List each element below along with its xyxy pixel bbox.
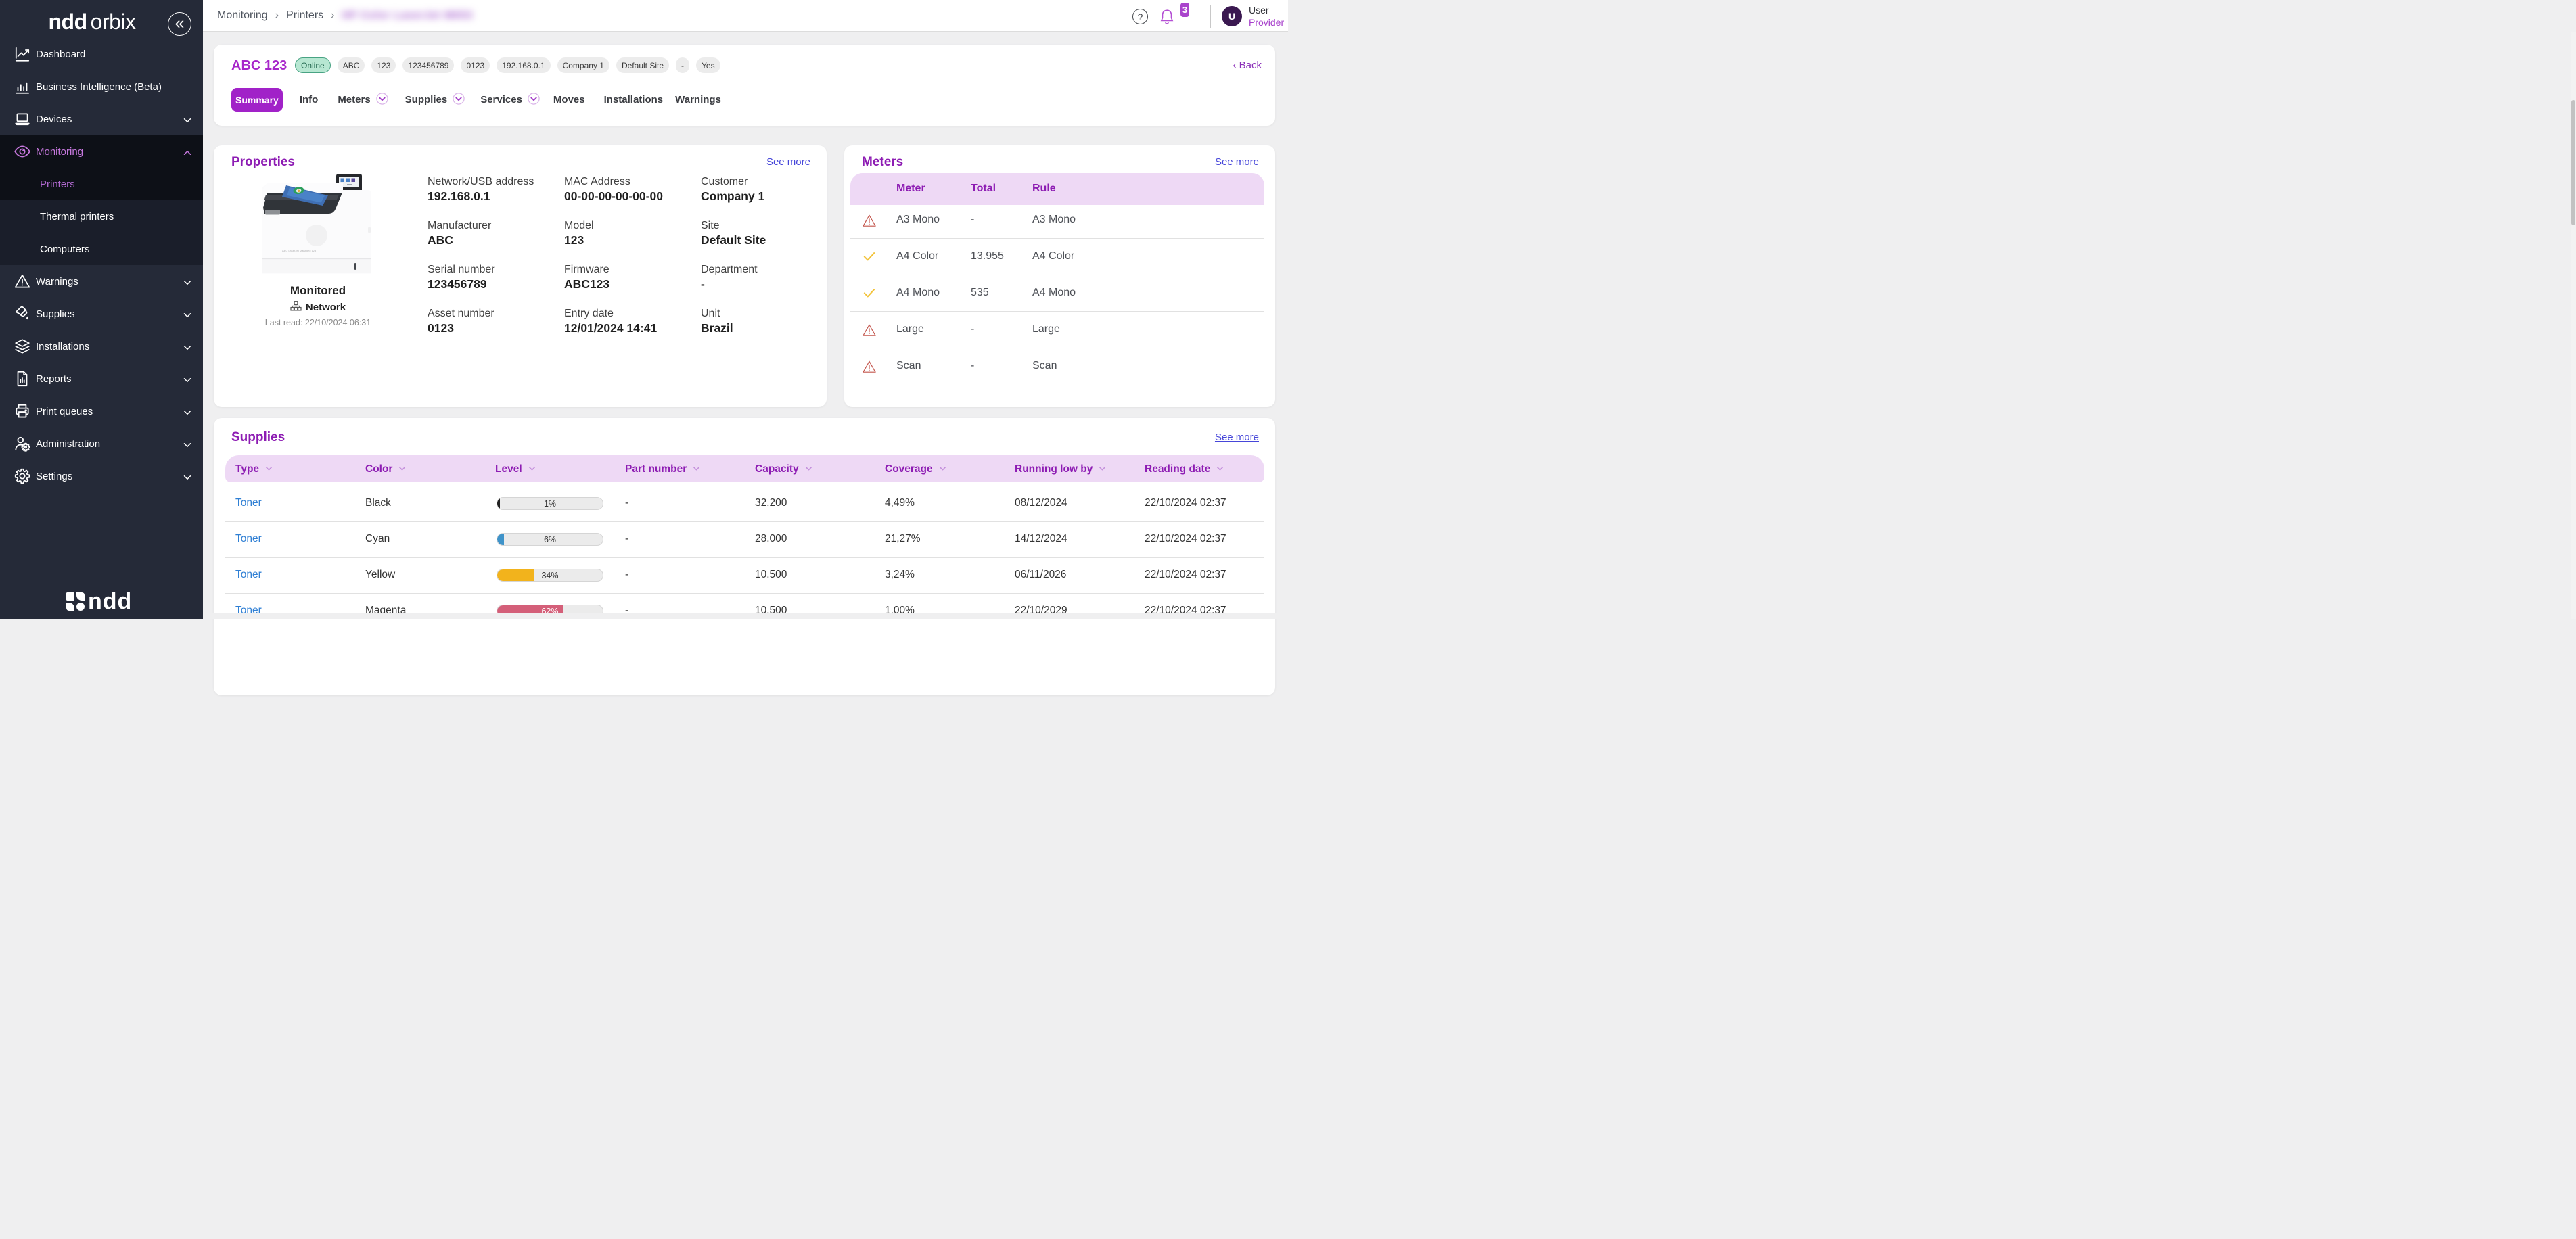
svg-text:ABC LaserJet Managed 123: ABC LaserJet Managed 123	[282, 249, 317, 252]
